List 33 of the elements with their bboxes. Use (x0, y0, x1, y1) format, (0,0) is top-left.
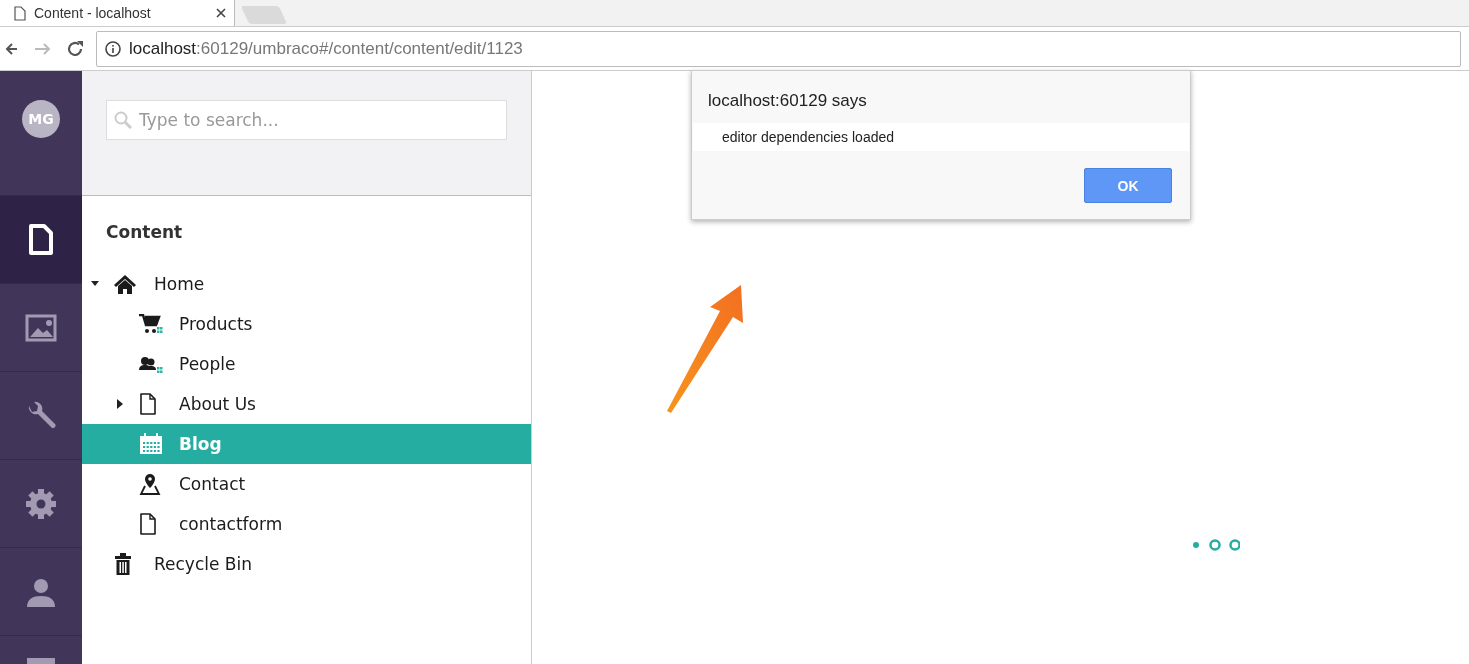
tree-item[interactable]: Home (82, 264, 531, 304)
dialog-title: localhost:60129 says (708, 91, 867, 110)
tree-item[interactable]: Recycle Bin (82, 544, 531, 584)
cart-icon (139, 314, 163, 334)
tray-icon (25, 656, 57, 664)
search-field[interactable]: Type to search... (106, 100, 507, 140)
tree-title: Content (106, 222, 183, 242)
document-icon (28, 223, 54, 256)
document-icon (139, 393, 157, 415)
caret-icon[interactable] (116, 399, 124, 409)
image-icon (25, 313, 57, 342)
tree-item[interactable]: contactform (82, 504, 531, 544)
tree-item[interactable]: People (82, 344, 531, 384)
browser-tab[interactable]: Content - localhost (0, 0, 235, 26)
document-icon (139, 513, 157, 535)
map-pin-icon (139, 473, 161, 495)
reload-icon[interactable] (66, 39, 84, 58)
home-icon (114, 274, 136, 294)
tree-item[interactable]: Contact (82, 464, 531, 504)
document-icon (14, 5, 26, 21)
tree-item[interactable]: About Us (82, 384, 531, 424)
close-icon[interactable] (216, 8, 226, 18)
section-button[interactable] (0, 196, 82, 284)
trash-icon (114, 553, 132, 575)
dialog-message: editor dependencies loaded (722, 129, 895, 145)
info-icon[interactable] (105, 40, 121, 57)
address-field[interactable]: localhost:60129/umbraco#/content/content/edit/1123 (96, 30, 1461, 67)
loading-indicator (1192, 538, 1240, 552)
tree-item[interactable]: Products (82, 304, 531, 344)
gear-icon (25, 487, 57, 520)
people-icon (139, 354, 163, 374)
back-arrow-icon[interactable] (5, 40, 17, 57)
calendar-icon (139, 433, 165, 455)
